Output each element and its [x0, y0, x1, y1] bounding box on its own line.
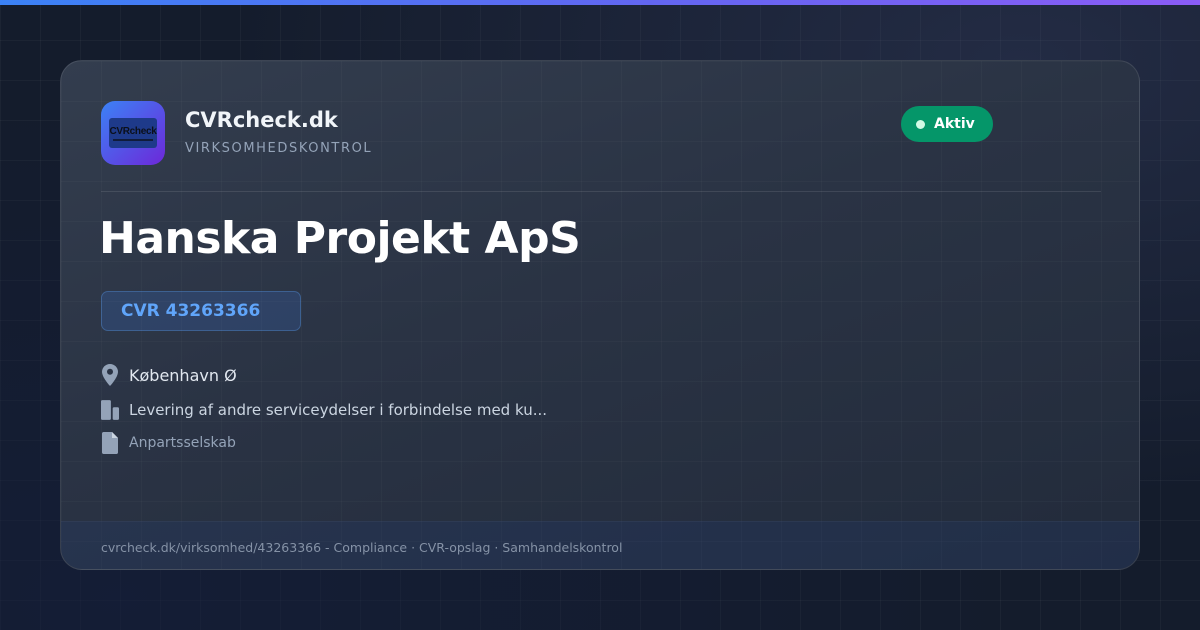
- industry-text: Levering af andre serviceydelser i forbi…: [129, 401, 548, 419]
- card-footer: cvrcheck.dk/virksomhed/43263366 - Compli…: [61, 521, 1139, 569]
- logo-mark: CVRcheck: [109, 118, 157, 148]
- company-form-text: Anpartsselskab: [129, 435, 236, 451]
- footer-link-text[interactable]: cvrcheck.dk/virksomhed/43263366 - Compli…: [101, 540, 622, 555]
- info-row-industry: Levering af andre serviceydelser i forbi…: [101, 398, 547, 422]
- document-icon: [101, 431, 119, 455]
- company-name: Hanska Projekt ApS: [99, 213, 581, 264]
- logo-text: CVRcheck: [109, 125, 157, 137]
- cvr-chip[interactable]: CVR 43263366: [101, 291, 301, 331]
- status-dot-icon: [916, 119, 925, 129]
- info-row-company-form: Anpartsselskab: [101, 431, 236, 455]
- brand-name[interactable]: CVRcheck.dk: [185, 108, 338, 132]
- city-text: København Ø: [129, 365, 237, 385]
- location-pin-icon: [101, 363, 119, 387]
- top-accent-bar: [0, 0, 1200, 5]
- status-badge: Aktiv: [901, 106, 993, 142]
- brand-tagline: VIRKSOMHEDSKONTROL: [185, 141, 373, 156]
- header-divider: [101, 191, 1101, 192]
- status-label: Aktiv: [934, 116, 975, 132]
- logo-underline: [113, 138, 153, 141]
- cvr-number: CVR 43263366: [121, 301, 261, 321]
- brand-logo[interactable]: CVRcheck: [101, 101, 165, 165]
- building-icon: [101, 398, 119, 422]
- info-row-city: København Ø: [101, 363, 237, 387]
- company-card: CVRcheck CVRcheck.dk VIRKSOMHEDSKONTROL …: [60, 60, 1140, 570]
